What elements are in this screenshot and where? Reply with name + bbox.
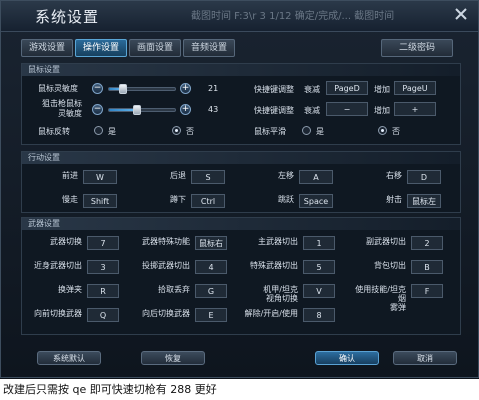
sensitivity-slider-handle[interactable]: [118, 84, 127, 94]
movement-bind-label-0-2: 左移: [278, 171, 294, 180]
hotkey-adjust-label: 快捷键调整: [254, 85, 294, 94]
hotkey-increase-key[interactable]: PageU: [394, 81, 436, 95]
mouse-smooth-yes-label: 是: [316, 127, 324, 136]
caption-text: 改建后只需按 qe 即可快速切枪有 288 更好: [0, 379, 479, 400]
ok-button[interactable]: 确认: [315, 351, 379, 365]
hotkey-increase-label: 增加: [374, 85, 390, 94]
mouse-smooth-no-label: 否: [392, 127, 400, 136]
sniper-sensitivity-value: 43: [208, 105, 219, 114]
weapon-bind-label-1-1: 投掷武器切出: [142, 261, 190, 270]
mouse-smooth-yes-radio[interactable]: [302, 126, 311, 135]
mouse-settings-header: 鼠标设置: [22, 64, 460, 76]
hotkey-decrease-key-2[interactable]: −: [326, 102, 368, 116]
weapon-bind-key-3-0[interactable]: Q: [87, 308, 119, 322]
close-icon[interactable]: [452, 5, 470, 23]
movement-bind-key-1-3[interactable]: 鼠标左: [407, 194, 441, 208]
weapon-bind-label-2-1: 拾取丢弃: [158, 285, 190, 294]
weapon-bind-key-2-0[interactable]: R: [87, 284, 119, 298]
mouse-invert-yes-radio[interactable]: [94, 126, 103, 135]
movement-bind-label-1-2: 跳跃: [278, 195, 294, 204]
movement-settings-panel: 行动设置 前进 W 后退 S 左移 A 右移 D 慢走 Shift 蹲下 Ctrl 跳跃 Space 射击鼠…: [21, 151, 461, 213]
sensitivity-increase-button[interactable]: +: [180, 83, 191, 94]
mouse-invert-label: 鼠标反转: [38, 127, 70, 136]
movement-bind-label-1-3: 射击: [386, 195, 402, 204]
movement-bind-label-0-0: 前进: [62, 171, 78, 180]
weapon-bind-label-1-0: 近身武器切出: [34, 261, 82, 270]
movement-bind-key-1-2[interactable]: Space: [299, 194, 333, 208]
sniper-sensitivity-label: 狙击枪鼠标 灵敏度: [42, 99, 82, 118]
weapon-bind-key-0-2[interactable]: 1: [303, 236, 335, 250]
sensitivity-slider[interactable]: [108, 84, 176, 94]
tab-graphics[interactable]: 画面设置: [129, 39, 181, 57]
weapon-settings-panel: 武器设置 武器切换 7 武器特殊功能 鼠标右 主武器切出 1 副武器切出 2 近身武器切出 3 投掷…: [21, 217, 461, 335]
mouse-invert-no-label: 否: [186, 127, 194, 136]
movement-bind-key-0-0[interactable]: W: [83, 170, 117, 184]
weapon-bind-label-1-2: 特殊武器切出: [250, 261, 298, 270]
weapon-bind-label-0-0: 武器切换: [50, 237, 82, 246]
weapon-bind-key-1-1[interactable]: 4: [195, 260, 227, 274]
movement-bind-key-1-1[interactable]: Ctrl: [191, 194, 225, 208]
weapon-bind-key-0-1[interactable]: 鼠标右: [195, 236, 227, 250]
sniper-slider-handle[interactable]: [133, 105, 142, 115]
cancel-button[interactable]: 取消: [393, 351, 457, 365]
mouse-smooth-no-radio[interactable]: [378, 126, 387, 135]
weapon-bind-label-0-3: 副武器切出: [366, 237, 406, 246]
mouse-smooth-label: 鼠标平滑: [254, 127, 286, 136]
hotkey-decrease-key[interactable]: PageD: [326, 81, 368, 95]
hotkey-increase-key-2[interactable]: +: [394, 102, 436, 116]
movement-bind-key-0-1[interactable]: S: [191, 170, 225, 184]
weapon-bind-label-0-1: 武器特殊功能: [142, 237, 190, 246]
weapon-bind-label-2-0: 换弹夹: [58, 285, 82, 294]
hotkey-decrease-label-2: 衰减: [304, 106, 320, 115]
settings-window: 系统设置 截图时间 F:3\r 3 1/12 确定/完成/... 截图时间 游戏…: [0, 0, 479, 378]
tab-game[interactable]: 游戏设置: [21, 39, 73, 57]
weapon-bind-key-1-2[interactable]: 5: [303, 260, 335, 274]
system-default-button[interactable]: 系统默认: [37, 351, 101, 365]
weapon-bind-label-1-3: 背包切出: [374, 261, 406, 270]
weapon-bind-key-1-3[interactable]: B: [411, 260, 443, 274]
weapon-bind-key-2-2[interactable]: V: [303, 284, 335, 298]
movement-bind-label-1-0: 慢走: [62, 195, 78, 204]
weapon-bind-key-2-3[interactable]: F: [411, 284, 443, 298]
weapon-bind-key-3-2[interactable]: 8: [303, 308, 335, 322]
sniper-increase-button[interactable]: +: [180, 104, 191, 115]
movement-bind-key-0-3[interactable]: D: [407, 170, 441, 184]
background-text: 截图时间 F:3\r 3 1/12 确定/完成/... 截图时间: [191, 11, 395, 22]
hotkey-decrease-label: 衰减: [304, 85, 320, 94]
mouse-invert-yes-label: 是: [108, 127, 116, 136]
weapon-bind-key-2-1[interactable]: G: [195, 284, 227, 298]
title-bar: 系统设置 截图时间 F:3\r 3 1/12 确定/完成/... 截图时间: [1, 1, 478, 32]
hotkey-adjust-label-2: 快捷键调整: [254, 106, 294, 115]
movement-bind-key-0-2[interactable]: A: [299, 170, 333, 184]
hotkey-increase-label-2: 增加: [374, 106, 390, 115]
restore-button[interactable]: 恢复: [141, 351, 205, 365]
weapon-settings-header: 武器设置: [22, 218, 460, 230]
secondary-password-button[interactable]: 二级密码: [381, 39, 453, 57]
weapon-bind-label-3-1: 向后切换武器: [142, 309, 190, 318]
weapon-bind-key-0-0[interactable]: 7: [87, 236, 119, 250]
weapon-bind-key-1-0[interactable]: 3: [87, 260, 119, 274]
weapon-bind-key-0-3[interactable]: 2: [411, 236, 443, 250]
weapon-bind-label-2-2: 机甲/坦克 视角切换: [263, 285, 298, 303]
weapon-bind-key-3-1[interactable]: E: [195, 308, 227, 322]
window-title: 系统设置: [35, 8, 100, 26]
tab-audio[interactable]: 音频设置: [183, 39, 235, 57]
sensitivity-label: 鼠标灵敏度: [38, 84, 78, 93]
movement-bind-label-1-1: 蹲下: [170, 195, 186, 204]
movement-settings-header: 行动设置: [22, 152, 460, 164]
sensitivity-value: 21: [208, 84, 219, 93]
sniper-sensitivity-slider[interactable]: [108, 105, 176, 115]
weapon-bind-label-2-3: 使用技能/坦克烟 雾弹: [355, 285, 406, 312]
movement-bind-label-0-1: 后退: [170, 171, 186, 180]
sniper-decrease-button[interactable]: −: [92, 104, 103, 115]
mouse-invert-no-radio[interactable]: [172, 126, 181, 135]
tab-controls[interactable]: 操作设置: [75, 39, 127, 57]
weapon-bind-label-0-2: 主武器切出: [258, 237, 298, 246]
movement-bind-key-1-0[interactable]: Shift: [83, 194, 117, 208]
weapon-bind-label-3-2: 解除/开启/使用: [244, 309, 298, 318]
movement-bind-label-0-3: 右移: [386, 171, 402, 180]
weapon-bind-label-3-0: 向前切换武器: [34, 309, 82, 318]
mouse-settings-panel: 鼠标设置 鼠标灵敏度 − + 21 快捷键调整 衰减 PageD 增加 Page…: [21, 63, 461, 145]
sensitivity-decrease-button[interactable]: −: [92, 83, 103, 94]
